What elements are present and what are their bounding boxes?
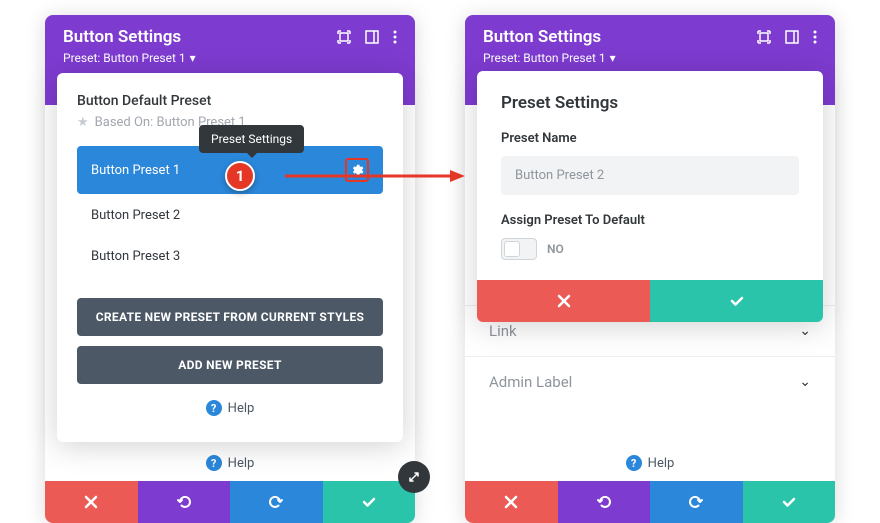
redo-button[interactable] — [650, 481, 743, 523]
expand-icon[interactable] — [337, 30, 351, 44]
popup-actions — [477, 280, 823, 322]
save-button[interactable] — [743, 481, 836, 523]
expand-icon[interactable] — [757, 30, 771, 44]
preset-settings-popup: Preset Settings Preset Name Assign Prese… — [477, 71, 823, 322]
chevron-down-icon: ⌄ — [799, 374, 811, 390]
toggle-state-label: NO — [547, 242, 564, 256]
cancel-button[interactable] — [45, 481, 138, 523]
star-icon: ★ — [77, 115, 89, 130]
caret-down-icon: ▾ — [190, 51, 196, 65]
panel-icon[interactable] — [785, 30, 799, 44]
cancel-button[interactable] — [465, 481, 558, 523]
preset-name-label: Preset Name — [501, 131, 799, 146]
settings-panel-left: Button Settings Preset: Button Preset 1 … — [45, 15, 415, 523]
tooltip: Preset Settings — [199, 125, 304, 153]
header-icons — [337, 30, 397, 44]
popup-title: Preset Settings — [501, 93, 799, 113]
redo-button[interactable] — [230, 481, 323, 523]
undo-button[interactable] — [558, 481, 651, 523]
create-preset-button[interactable]: CREATE NEW PRESET FROM CURRENT STYLES — [77, 298, 383, 336]
chevron-down-icon: ⌄ — [799, 323, 811, 339]
footer-help[interactable]: ? Help — [45, 445, 415, 481]
preset-item-3[interactable]: Button Preset 3 — [77, 237, 383, 276]
popup-confirm-button[interactable] — [650, 280, 823, 322]
panel-header: Button Settings Preset: Button Preset 1 … — [465, 15, 835, 77]
panel-icon[interactable] — [365, 30, 379, 44]
preset-name-input[interactable] — [501, 156, 799, 195]
annotation-arrow — [285, 168, 465, 184]
action-bar — [465, 481, 835, 523]
footer-help[interactable]: ? Help — [465, 445, 835, 481]
preset-indicator[interactable]: Preset: Button Preset 1 ▾ — [63, 51, 397, 65]
add-preset-button[interactable]: ADD NEW PRESET — [77, 346, 383, 384]
panel-header: Button Settings Preset: Button Preset 1 … — [45, 15, 415, 77]
preset-item-2[interactable]: Button Preset 2 — [77, 196, 383, 235]
section-admin-label[interactable]: Admin Label ⌄ — [465, 356, 835, 407]
help-icon: ? — [206, 455, 222, 471]
dropdown-help[interactable]: ? Help — [77, 384, 383, 426]
help-icon: ? — [626, 455, 642, 471]
preset-indicator[interactable]: Preset: Button Preset 1 ▾ — [483, 51, 817, 65]
resize-handle[interactable] — [398, 461, 430, 493]
toggle-track — [501, 238, 537, 260]
callout-1: 1 — [225, 161, 255, 191]
undo-button[interactable] — [138, 481, 231, 523]
kebab-icon[interactable] — [813, 30, 817, 44]
kebab-icon[interactable] — [393, 30, 397, 44]
default-preset-title[interactable]: Button Default Preset — [77, 93, 383, 109]
panel-title: Button Settings — [483, 27, 601, 47]
settings-panel-right: Button Settings Preset: Button Preset 1 … — [465, 15, 835, 523]
help-icon: ? — [206, 400, 222, 416]
panel-title: Button Settings — [63, 27, 181, 47]
action-bar — [45, 481, 415, 523]
assign-default-toggle[interactable]: NO — [501, 238, 799, 260]
popup-cancel-button[interactable] — [477, 280, 650, 322]
caret-down-icon: ▾ — [610, 51, 616, 65]
header-icons — [757, 30, 817, 44]
assign-default-label: Assign Preset To Default — [501, 213, 799, 228]
